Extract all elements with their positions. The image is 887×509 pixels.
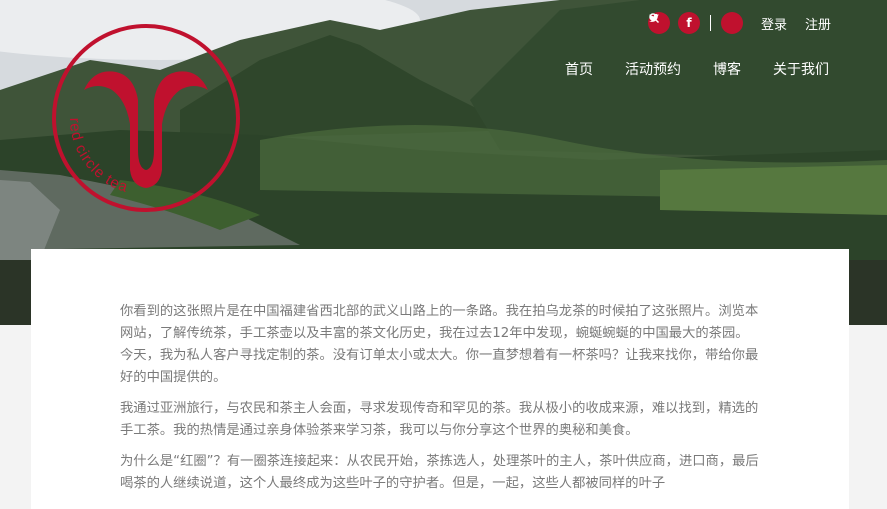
logo-text-path: red circle tea	[66, 118, 129, 196]
login-link[interactable]: 登录	[761, 14, 787, 33]
red-circle-tea-logo[interactable]: red circle tea	[48, 20, 244, 216]
nav-home[interactable]: 首页	[565, 59, 593, 79]
intro-text: 你看到的这张照片是在中国福建省西北部的武义山路上的一条路。我在拍乌龙茶的时候拍了…	[120, 301, 760, 504]
svg-text:red circle tea: red circle tea	[66, 118, 130, 196]
register-link[interactable]: 注册	[805, 14, 831, 33]
logo-text: red circle tea	[66, 118, 130, 196]
divider	[709, 15, 711, 31]
content-card: 你看到的这张照片是在中国福建省西北部的武义山路上的一条路。我在拍乌龙茶的时候拍了…	[31, 249, 849, 509]
search-icon[interactable]	[649, 12, 743, 34]
top-bar: f 登录 注册	[647, 12, 831, 34]
nav-booking[interactable]: 活动预约	[625, 59, 681, 79]
facebook-icon[interactable]: f	[677, 12, 700, 34]
paragraph-3: 为什么是“红圈”？有一圈茶连接起来：从农民开始，茶拣选人，处理茶叶的主人，茶叶供…	[120, 454, 759, 491]
paragraph-1: 你看到的这张照片是在中国福建省西北部的武义山路上的一条路。我在拍乌龙茶的时候拍了…	[120, 304, 759, 385]
nav-blog[interactable]: 博客	[713, 59, 741, 79]
paragraph-2: 我通过亚洲旅行，与农民和茶主人会面，寻求发现传奇和罕见的茶。我从极小的收成来源，…	[120, 401, 759, 438]
main-nav: 首页 活动预约 博客 关于我们	[565, 59, 829, 79]
nav-about[interactable]: 关于我们	[773, 59, 829, 79]
